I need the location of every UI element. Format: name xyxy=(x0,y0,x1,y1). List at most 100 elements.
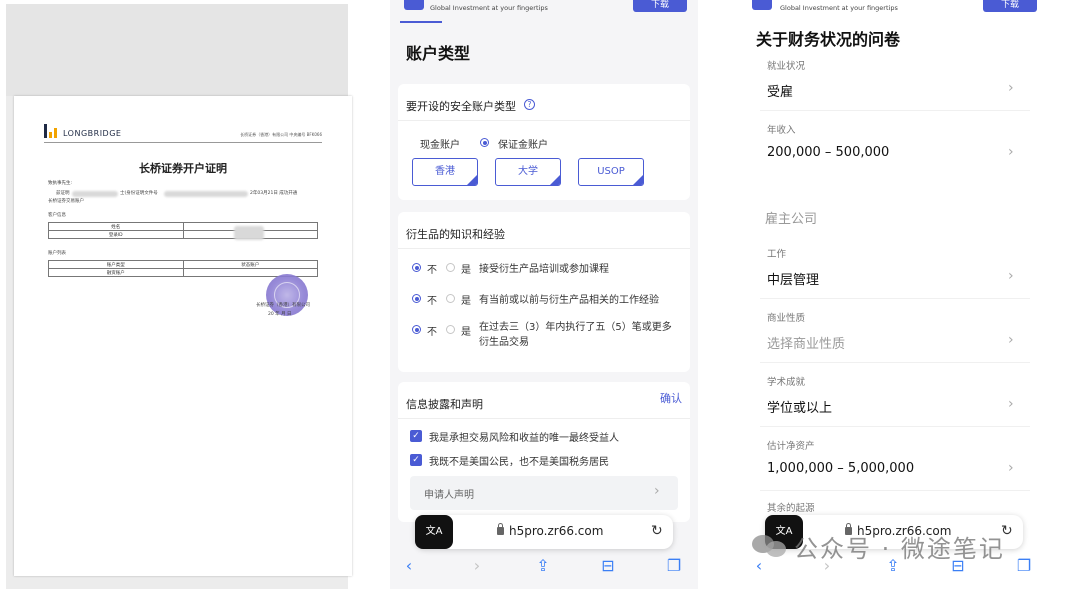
salutation: 致执事先生: xyxy=(48,181,73,186)
account-type-card: 要开设的安全账户类型 ? 现金账户 保证金账户 香港 ✓ 大学 ✓ USOP ✓ xyxy=(398,84,690,200)
download-button[interactable]: 下载 xyxy=(983,0,1037,12)
forward-icon[interactable]: › xyxy=(466,556,488,575)
url-text[interactable]: h5pro.zr66.com xyxy=(857,524,951,538)
funds-origin-label: 其余的起源 xyxy=(767,503,815,514)
employment-value[interactable]: 受雇 xyxy=(767,81,793,100)
table-cell: 状态账户 xyxy=(182,260,318,269)
chevron-right-icon: › xyxy=(1008,460,1014,476)
market-option-2[interactable]: 大学 ✓ xyxy=(495,158,561,186)
q3-yes-radio[interactable] xyxy=(446,325,455,334)
networth-value[interactable]: 1,000,000 – 5,000,000 xyxy=(767,461,914,476)
margin-account-label[interactable]: 保证金账户 xyxy=(498,136,548,151)
body-line-1-end: 2年03月21日 成功开通 xyxy=(250,191,298,196)
brand-text: LONGBRIDGE xyxy=(63,129,122,138)
divider xyxy=(398,120,690,121)
no-label: 不 xyxy=(427,296,437,307)
section-account-list: 账户列表 xyxy=(48,251,66,256)
income-value[interactable]: 200,000 – 500,000 xyxy=(767,145,889,160)
confirm-link[interactable]: 确认 xyxy=(660,390,682,406)
safari-url-bar[interactable]: 文A h5pro.zr66.com ↻ xyxy=(415,515,673,549)
divider xyxy=(760,490,1030,491)
safari-url-bar[interactable]: 文A h5pro.zr66.com ↻ xyxy=(765,515,1023,549)
divider xyxy=(760,426,1030,427)
q2-yes-radio[interactable] xyxy=(446,294,455,303)
tabs-icon[interactable]: ❐ xyxy=(1013,556,1035,575)
question-1: 接受衍生产品培训或参加课程 xyxy=(479,264,609,275)
market-option-usop[interactable]: USOP ✓ xyxy=(578,158,644,186)
yes-label: 是 xyxy=(461,327,471,338)
translate-icon[interactable]: 文A xyxy=(765,515,803,549)
url-text[interactable]: h5pro.zr66.com xyxy=(509,524,603,538)
bookmarks-icon[interactable]: ⊟ xyxy=(947,556,969,575)
page-title: 关于财务状况的问卷 xyxy=(756,30,901,49)
question-2: 有当前或以前与衍生产品相关的工作经验 xyxy=(479,295,659,306)
q2-no-radio[interactable] xyxy=(412,294,421,303)
beneficiary-checkbox[interactable]: ✓ xyxy=(410,430,422,442)
share-icon[interactable]: ⇪ xyxy=(532,556,554,575)
us-person-statement: 我既不是美国公民，也不是美国税务居民 xyxy=(429,457,609,468)
header-company-line: 长桥证券（香港）有限公司 中央编号 BFK066 xyxy=(240,132,322,137)
business-select[interactable]: 选择商业性质 xyxy=(767,333,845,352)
financial-questionnaire-screen: Global Investment at your fingertips 下载 … xyxy=(740,0,1050,589)
body-line-1-mid: 士(身份证明文件号 xyxy=(120,191,158,196)
divider xyxy=(760,110,1030,111)
page-title: 账户类型 xyxy=(406,44,471,63)
q1-yes-radio[interactable] xyxy=(446,263,455,272)
app-tagline: Global Investment at your fingertips xyxy=(430,4,548,12)
account-type-screen: Global Investment at your fingertips 下载 … xyxy=(390,0,698,589)
card-title: 要开设的安全账户类型 xyxy=(406,100,516,113)
client-info-table: 姓名 登录ID xyxy=(48,222,318,239)
table-cell xyxy=(182,268,318,277)
cash-account-label[interactable]: 现金账户 xyxy=(420,136,460,151)
photo-background xyxy=(6,4,348,96)
document-photo-panel: LONGBRIDGE 长桥证券（香港）有限公司 中央编号 BFK066 长桥证券… xyxy=(6,4,352,589)
reload-icon[interactable]: ↻ xyxy=(651,523,663,539)
card-title: 衍生品的知识和经验 xyxy=(406,228,505,241)
back-icon[interactable]: ‹ xyxy=(748,556,770,575)
networth-label: 估计净资产 xyxy=(767,441,815,452)
market-option-hk[interactable]: 香港 ✓ xyxy=(412,158,478,186)
table-cell: 账户类型 xyxy=(48,260,184,269)
check-icon: ✓ xyxy=(472,184,477,185)
chevron-right-icon: › xyxy=(654,483,660,499)
q3-no-radio[interactable] xyxy=(412,325,421,334)
table-cell: 姓名 xyxy=(48,222,184,231)
derivatives-card: 衍生品的知识和经验 不 是 接受衍生产品培训或参加课程 不 是 有当前或以前与衍… xyxy=(398,212,690,372)
yes-label: 是 xyxy=(461,296,471,307)
option-label: USOP xyxy=(597,166,625,177)
reload-icon[interactable]: ↻ xyxy=(1001,523,1013,539)
app-tagline: Global Investment at your fingertips xyxy=(780,4,898,12)
table-cell: 登录ID xyxy=(48,230,184,239)
divider xyxy=(398,418,690,419)
applicant-declaration-row[interactable]: 申请人声明 › xyxy=(410,476,678,510)
no-label: 不 xyxy=(427,327,437,338)
header-underline xyxy=(400,21,442,23)
share-icon[interactable]: ⇪ xyxy=(882,556,904,575)
translate-icon[interactable]: 文A xyxy=(415,515,453,549)
check-icon: ✓ xyxy=(638,184,643,185)
education-value[interactable]: 学位或以上 xyxy=(767,397,832,416)
bookmarks-icon[interactable]: ⊟ xyxy=(597,556,619,575)
divider xyxy=(760,298,1030,299)
employment-label: 就业状况 xyxy=(767,61,806,72)
tabs-icon[interactable]: ❐ xyxy=(663,556,685,575)
header-rule xyxy=(44,142,322,143)
check-icon: ✓ xyxy=(555,184,560,185)
redacted-client-info xyxy=(234,226,264,240)
section-client-info: 客户信息 xyxy=(48,213,66,218)
us-person-checkbox[interactable]: ✓ xyxy=(410,454,422,466)
chevron-right-icon: › xyxy=(1008,332,1014,348)
logo-bars-icon xyxy=(44,124,57,138)
job-value[interactable]: 中层管理 xyxy=(767,269,819,288)
yes-label: 是 xyxy=(461,265,471,276)
disclosure-card: 信息披露和声明 确认 ✓ 我是承担交易风险和收益的唯一最终受益人 ✓ 我既不是美… xyxy=(398,382,690,522)
help-icon[interactable]: ? xyxy=(524,99,535,110)
q1-no-radio[interactable] xyxy=(412,263,421,272)
margin-account-radio[interactable] xyxy=(480,138,489,147)
body-line-2: 长桥证券交易账户 xyxy=(48,199,84,204)
forward-icon[interactable]: › xyxy=(816,556,838,575)
back-icon[interactable]: ‹ xyxy=(398,556,420,575)
download-button[interactable]: 下载 xyxy=(633,0,687,12)
footer-company: 长桥证券（香港）有限公司 xyxy=(256,303,310,308)
divider xyxy=(760,362,1030,363)
